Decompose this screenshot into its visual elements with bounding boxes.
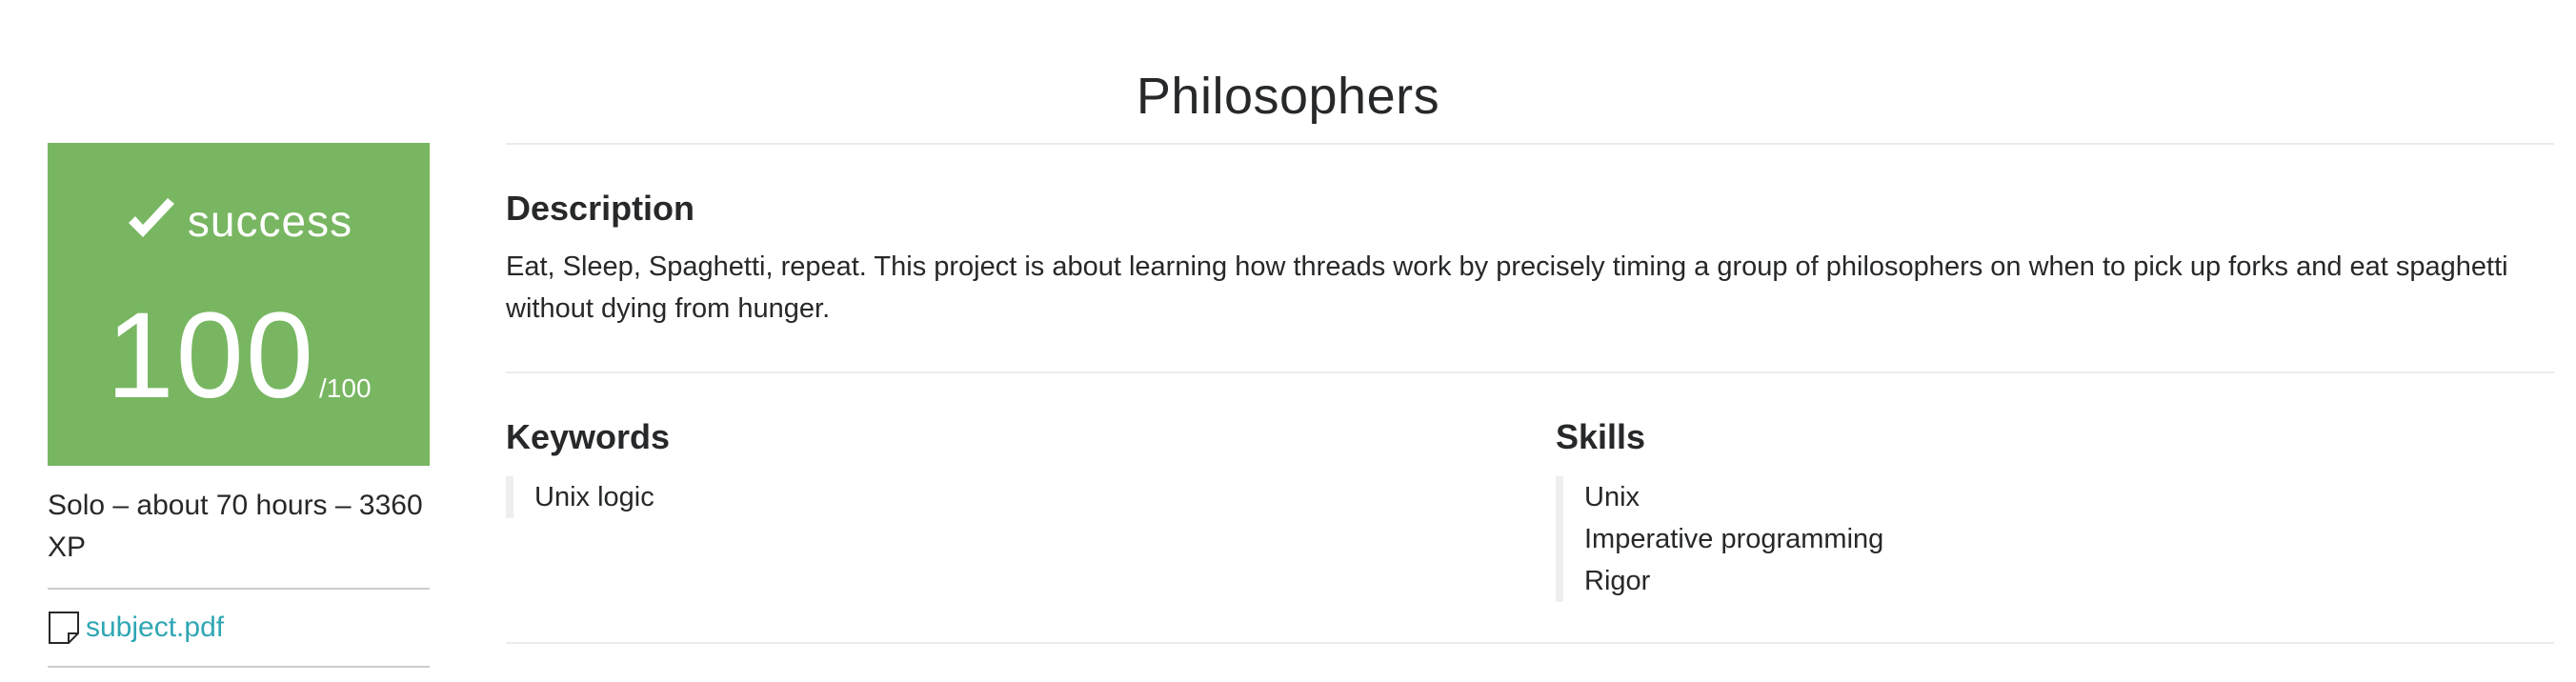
skill-item: Rigor <box>1584 566 1651 596</box>
keywords-list: Unix logic <box>506 476 670 518</box>
subject-pdf-link[interactable]: subject.pdf <box>86 612 224 644</box>
grade-status: success <box>48 195 430 247</box>
grade-status-label: success <box>187 196 353 246</box>
description-heading: Description <box>506 189 695 228</box>
skill-item: Imperative programming <box>1584 524 1884 554</box>
project-meta: Solo – about 70 hours – 3360 XP <box>48 490 423 563</box>
keyword-item: Unix logic <box>534 482 654 512</box>
score-value: 100 <box>106 288 316 424</box>
score-max: /100 <box>319 373 372 403</box>
keywords-skills-section: Keywords Unix logic Skills Unix Imperati… <box>506 373 2554 642</box>
description-section: Description Eat, Sleep, Spaghetti, repea… <box>506 145 2554 330</box>
skills-list: Unix Imperative programming Rigor <box>1556 476 1883 602</box>
attachment-row[interactable]: subject.pdf <box>48 590 430 666</box>
description-text: Eat, Sleep, Spaghetti, repeat. This proj… <box>506 251 2508 324</box>
keywords-heading: Keywords <box>506 417 671 456</box>
divider <box>506 642 2554 644</box>
skills-section: Skills Unix Imperative programming Rigor <box>1556 417 1883 602</box>
page-title: Philosophers <box>1136 68 1440 126</box>
keywords-section: Keywords Unix logic <box>506 417 670 518</box>
project-details: Description Eat, Sleep, Spaghetti, repea… <box>506 143 2554 644</box>
file-icon <box>48 611 80 645</box>
project-summary-panel: success 100/100 Solo – about 70 hours – … <box>48 143 430 668</box>
grade-card: success 100/100 <box>48 143 430 466</box>
divider <box>48 666 430 668</box>
skills-heading: Skills <box>1556 417 1646 456</box>
skill-item: Unix <box>1584 482 1640 512</box>
check-icon <box>125 196 178 246</box>
grade-score: 100/100 <box>48 295 430 417</box>
